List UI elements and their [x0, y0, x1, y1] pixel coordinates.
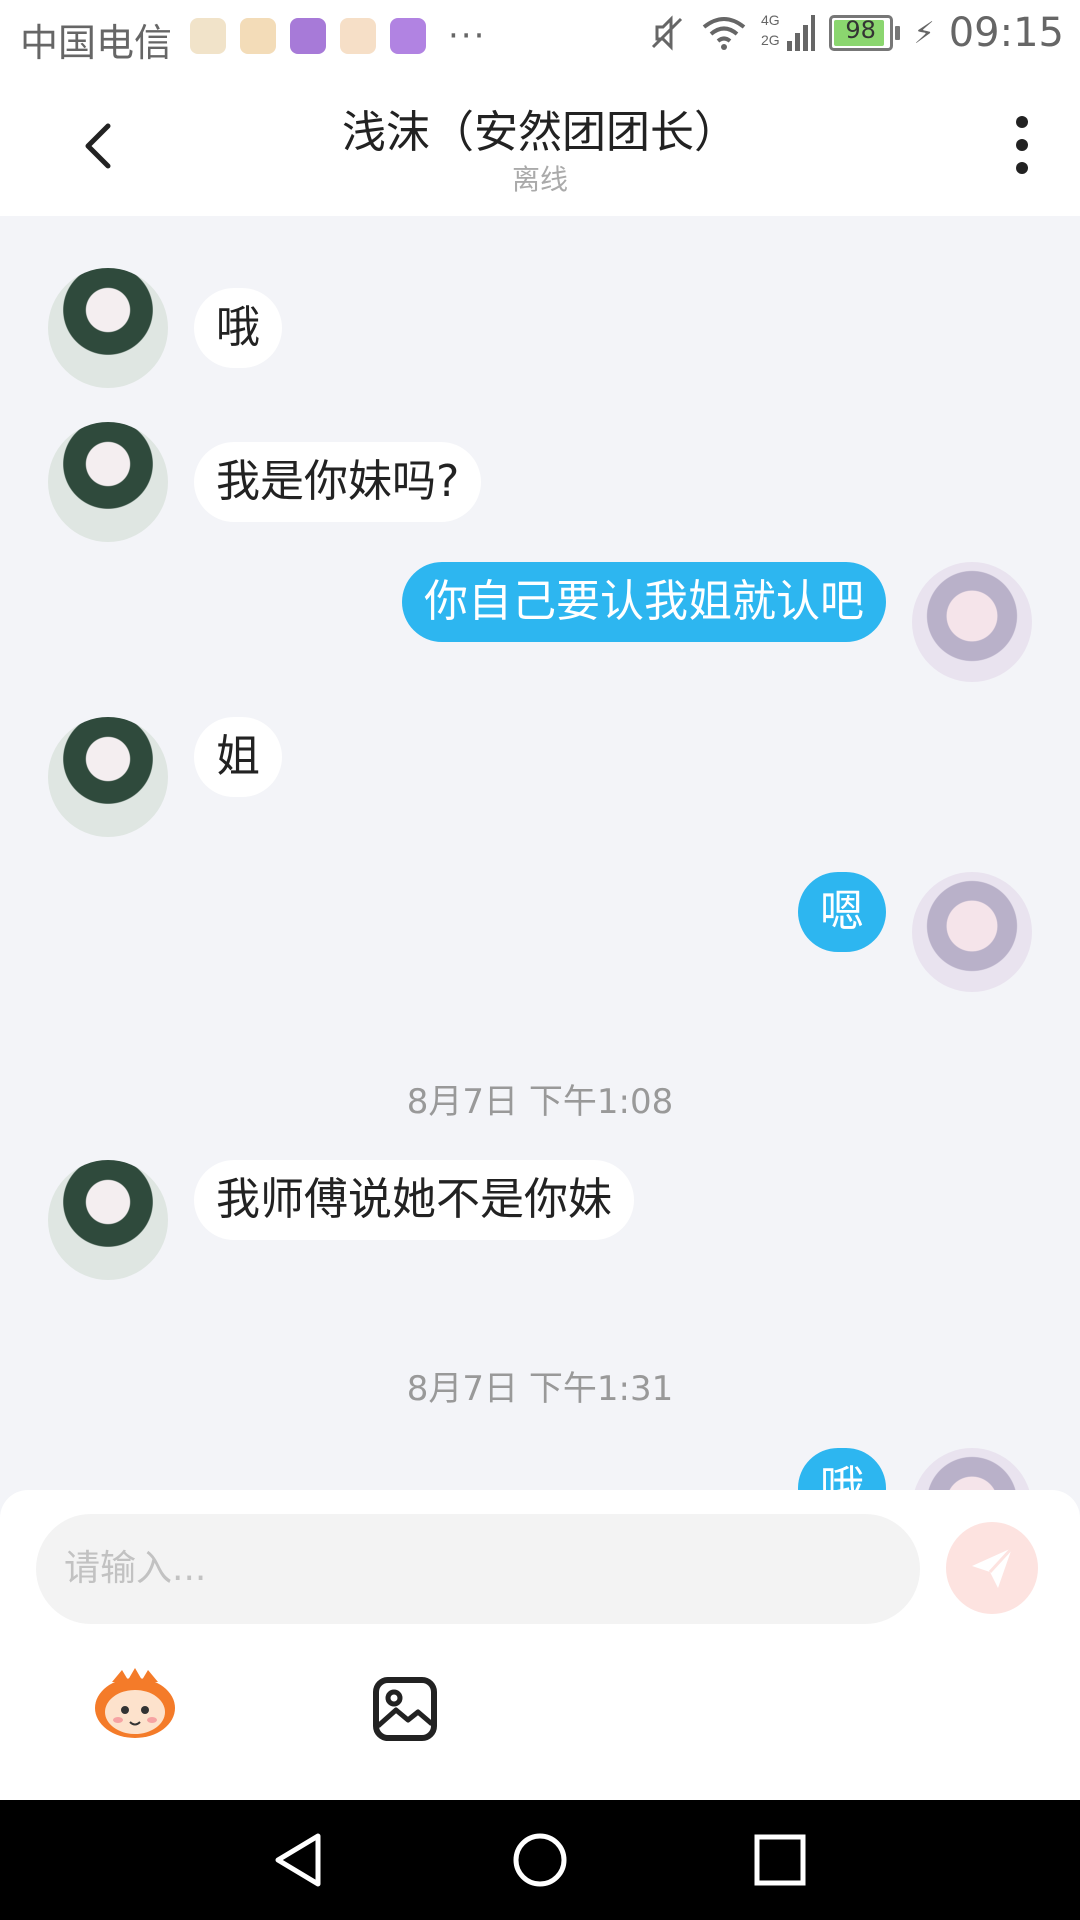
contact-name: 浅沫（安然团团长）: [342, 107, 738, 158]
timestamp: 8月7日 下午1:08: [406, 1082, 674, 1122]
message-bubble[interactable]: 嗯: [798, 872, 886, 952]
contact-avatar[interactable]: [48, 717, 168, 837]
mute-icon: [651, 15, 682, 51]
message-input[interactable]: 请输入...: [36, 1514, 920, 1624]
carrier-label: 中国电信: [20, 21, 173, 65]
battery-level: 98: [845, 16, 876, 44]
composer: 请输入...: [0, 1490, 1080, 1800]
contact-avatar[interactable]: [48, 422, 168, 542]
gallery-notification-icon: [290, 18, 326, 54]
nav-back-icon[interactable]: [272, 1832, 328, 1888]
message-bubble[interactable]: 我是你妹吗?: [194, 442, 482, 522]
image-icon[interactable]: [372, 1676, 438, 1742]
my-avatar[interactable]: [912, 562, 1032, 682]
message-bubble[interactable]: 哦: [194, 288, 282, 368]
signal-icon: 4G2G: [761, 12, 815, 51]
message-list[interactable]: 哦 我是你妹吗? 你自己要认我姐就认吧 姐 嗯 8月7日 下午1:08 我师傅说…: [0, 216, 1080, 1490]
clock: 09:15: [948, 10, 1064, 56]
more-vertical-icon[interactable]: [1012, 116, 1032, 176]
app-notification-icon: [190, 18, 226, 54]
status-bar: 中国电信 ··· 4G 2G 98 ⚡ 09:15: [0, 0, 1080, 72]
svg-text:4G: 4G: [761, 12, 780, 28]
more-notifications-icon: ···: [448, 16, 487, 56]
message-bubble[interactable]: 姐: [194, 717, 282, 797]
contact-status: 离线: [511, 163, 568, 196]
app-notification-icon: [340, 18, 376, 54]
send-button[interactable]: [946, 1522, 1038, 1614]
my-avatar[interactable]: [912, 872, 1032, 992]
system-nav-bar: [0, 1800, 1080, 1920]
contact-avatar[interactable]: [48, 268, 168, 388]
charging-icon: ⚡: [913, 15, 935, 51]
app-notification-icon: [240, 18, 276, 54]
message-bubble[interactable]: 我师傅说她不是你妹: [194, 1160, 634, 1240]
battery-icon: 98: [828, 15, 900, 51]
svg-text:2G: 2G: [761, 32, 780, 48]
nav-recents-icon[interactable]: [752, 1832, 808, 1888]
message-bubble[interactable]: 哦: [798, 1448, 886, 1490]
wifi-icon: [702, 17, 745, 50]
timestamp: 8月7日 下午1:31: [406, 1369, 674, 1409]
message-bubble[interactable]: 你自己要认我姐就认吧: [402, 562, 886, 642]
notification-icons: ···: [190, 16, 486, 56]
sticker-icon[interactable]: [92, 1664, 178, 1740]
nav-home-icon[interactable]: [512, 1832, 568, 1888]
chat-header: 浅沫（安然团团长） 离线: [0, 72, 1080, 216]
contact-avatar[interactable]: [48, 1160, 168, 1280]
keyboard-notification-icon: [390, 18, 426, 54]
my-avatar[interactable]: [912, 1448, 1032, 1490]
send-icon: [972, 1546, 1014, 1588]
